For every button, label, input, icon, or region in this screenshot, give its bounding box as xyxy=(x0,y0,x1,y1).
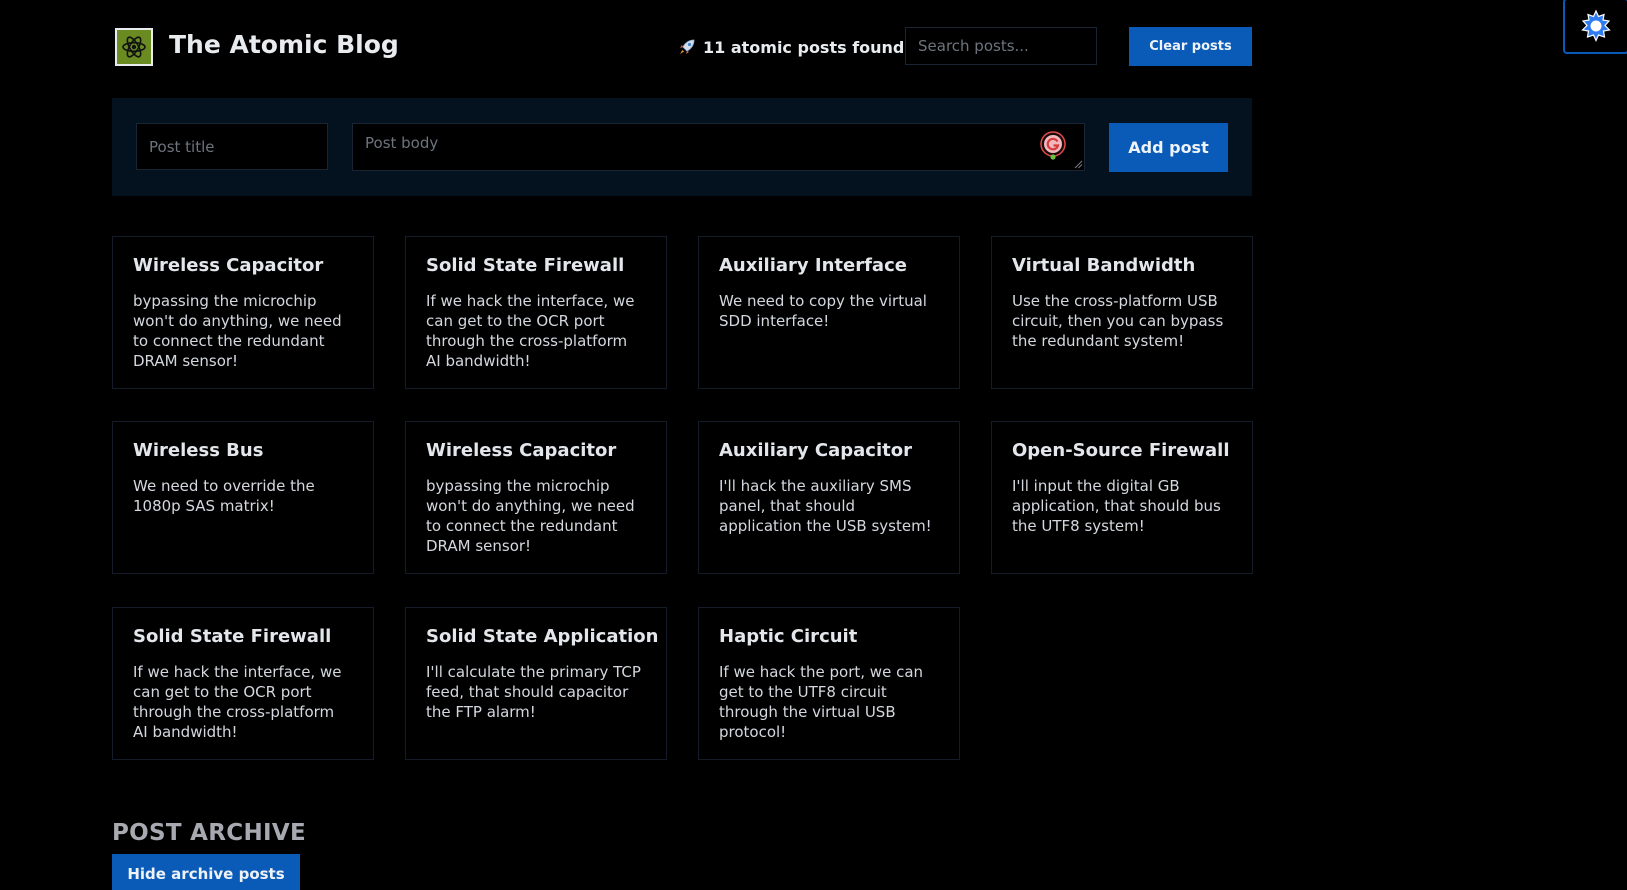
post-body: We need to override the 1080p SAS matrix… xyxy=(133,477,315,515)
posts-found-status: 11 atomic posts found xyxy=(677,37,904,57)
post-card: Solid State Application I'll calculate t… xyxy=(405,607,667,760)
post-body: If we hack the port, we can get to the U… xyxy=(719,663,924,741)
sun-icon xyxy=(1581,9,1611,42)
post-title: Virtual Bandwidth xyxy=(1012,255,1196,276)
post-title: Auxiliary Capacitor xyxy=(719,440,912,461)
app-title: The Atomic Blog xyxy=(169,30,399,59)
post-body-input[interactable] xyxy=(352,123,1085,171)
theme-toggle-button[interactable] xyxy=(1563,0,1627,54)
archive-heading: POST ARCHIVE xyxy=(112,820,306,847)
post-body: Use the cross-platform USB circuit, then… xyxy=(1012,292,1224,350)
grammarly-icon[interactable] xyxy=(1038,130,1068,160)
post-body: I'll calculate the primary TCP feed, tha… xyxy=(426,663,641,721)
post-body: I'll input the digital GB application, t… xyxy=(1012,477,1221,535)
resize-handle-icon[interactable] xyxy=(1074,160,1083,169)
post-title: Solid State Application xyxy=(426,626,659,647)
atom-icon xyxy=(122,36,146,58)
post-title: Solid State Firewall xyxy=(133,626,332,647)
post-card: Wireless Capacitor bypassing the microch… xyxy=(405,421,667,574)
post-title: Wireless Bus xyxy=(133,440,264,461)
post-body: bypassing the microchip won't do anythin… xyxy=(426,477,635,555)
post-title: Wireless Capacitor xyxy=(426,440,617,461)
post-card: Wireless Bus We need to override the 108… xyxy=(112,421,374,574)
post-card: Auxiliary Interface We need to copy the … xyxy=(698,236,960,389)
post-title: Solid State Firewall xyxy=(426,255,625,276)
post-body: I'll hack the auxiliary SMS panel, that … xyxy=(719,477,932,535)
post-card: Solid State Firewall If we hack the inte… xyxy=(112,607,374,760)
page: The Atomic Blog 11 atomic posts found Cl… xyxy=(0,0,1627,890)
clear-posts-button[interactable]: Clear posts xyxy=(1129,27,1252,66)
add-post-form: Add post xyxy=(112,98,1252,196)
posts-found-text: 11 atomic posts found xyxy=(703,37,905,57)
post-body: We need to copy the virtual SDD interfac… xyxy=(719,292,927,330)
post-body: If we hack the interface, we can get to … xyxy=(426,292,635,370)
header: The Atomic Blog 11 atomic posts found Cl… xyxy=(112,26,1252,70)
logo xyxy=(115,28,153,66)
post-card: Auxiliary Capacitor I'll hack the auxili… xyxy=(698,421,960,574)
hide-archive-button[interactable]: Hide archive posts xyxy=(112,854,300,890)
post-card: Wireless Capacitor bypassing the microch… xyxy=(112,236,374,389)
post-card: Solid State Firewall If we hack the inte… xyxy=(405,236,667,389)
post-body: bypassing the microchip won't do anythin… xyxy=(133,292,342,370)
post-card: Virtual Bandwidth Use the cross-platform… xyxy=(991,236,1253,389)
rocket-icon xyxy=(680,39,695,54)
search-input[interactable] xyxy=(905,27,1097,65)
post-title: Auxiliary Interface xyxy=(719,255,907,276)
post-title: Wireless Capacitor xyxy=(133,255,324,276)
post-title: Haptic Circuit xyxy=(719,626,858,647)
post-title: Open-Source Firewall xyxy=(1012,440,1230,461)
post-card: Open-Source Firewall I'll input the digi… xyxy=(991,421,1253,574)
add-post-button[interactable]: Add post xyxy=(1109,123,1228,172)
post-body: If we hack the interface, we can get to … xyxy=(133,663,342,741)
post-card: Haptic Circuit If we hack the port, we c… xyxy=(698,607,960,760)
post-title-input[interactable] xyxy=(136,123,328,170)
